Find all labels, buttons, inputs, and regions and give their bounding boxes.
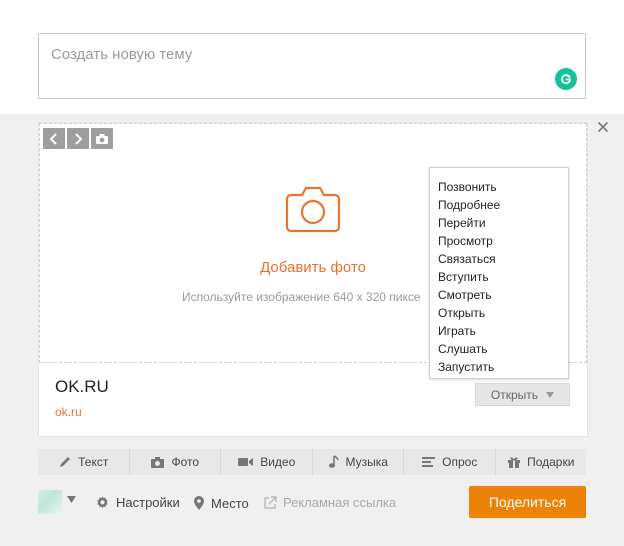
tab-label: Музыка <box>345 455 388 469</box>
chevron-left-icon <box>49 132 57 145</box>
poll-icon <box>422 457 436 467</box>
menu-item[interactable]: Запустить <box>430 358 568 376</box>
menu-item[interactable]: Открыть <box>430 304 568 322</box>
map-pin-icon <box>194 496 204 510</box>
tab-label: Текст <box>78 455 109 469</box>
tab-label: Видео <box>260 455 296 469</box>
grammarly-icon[interactable] <box>555 68 577 90</box>
tab-gifts[interactable]: Подарки <box>496 449 587 475</box>
composer-footer: Настройки Место Рекламная ссылка Поделит… <box>38 485 586 519</box>
menu-item[interactable]: Перейти <box>430 214 568 232</box>
tab-music[interactable]: Музыка <box>313 449 404 475</box>
prev-button[interactable] <box>43 128 65 149</box>
tab-photo[interactable]: Фото <box>130 449 221 475</box>
media-toolbar <box>43 128 113 149</box>
place-button[interactable]: Место <box>193 495 249 511</box>
topic-placeholder: Создать новую тему <box>51 46 193 63</box>
menu-item[interactable]: Играть <box>430 322 568 340</box>
camera-icon <box>96 133 108 144</box>
camera-icon[interactable] <box>283 183 343 235</box>
chevron-right-icon <box>75 132 83 145</box>
cta-select-value: Открыть <box>490 387 539 402</box>
image-size-hint: Используйте изображение 640 x 320 пиксе <box>182 290 421 304</box>
tab-label: Опрос <box>442 455 478 469</box>
video-icon <box>238 458 254 466</box>
link-url[interactable]: ok.ru <box>55 405 82 419</box>
link-title[interactable]: OK.RU <box>55 377 109 397</box>
tab-text[interactable]: Текст <box>38 449 130 475</box>
cta-dropdown-menu: Позвонить Подробнее Перейти Просмотр Свя… <box>429 167 569 379</box>
tab-label: Подарки <box>527 455 575 469</box>
topic-panel: Создать новую тему <box>0 0 624 114</box>
menu-item[interactable]: Вступить <box>430 268 568 286</box>
caret-down-icon <box>546 391 555 398</box>
tab-video[interactable]: Видео <box>221 449 313 475</box>
close-icon[interactable] <box>596 120 610 134</box>
camera-icon <box>151 456 165 468</box>
ad-link-button[interactable]: Рекламная ссылка <box>263 495 396 510</box>
menu-item[interactable]: Смотреть <box>430 286 568 304</box>
share-button[interactable]: Поделиться <box>469 486 586 518</box>
menu-item[interactable]: Позвонить <box>430 178 568 196</box>
settings-label: Настройки <box>116 495 180 510</box>
cta-select[interactable]: Открыть <box>475 383 570 406</box>
ad-link-label: Рекламная ссылка <box>283 495 397 510</box>
next-button[interactable] <box>67 128 89 149</box>
menu-item[interactable]: Просмотр <box>430 232 568 250</box>
menu-item[interactable]: Связаться <box>430 250 568 268</box>
tab-label: Фото <box>171 455 200 469</box>
topic-input[interactable]: Создать новую тему <box>38 33 586 99</box>
place-label: Место <box>211 495 249 511</box>
caret-down-icon[interactable] <box>67 496 76 503</box>
settings-button[interactable]: Настройки <box>95 495 180 510</box>
content-type-tabs: Текст Фото Видео Музыка Опрос Подарки <box>38 449 586 475</box>
menu-item[interactable]: Слушать <box>430 340 568 358</box>
pencil-icon <box>60 457 71 467</box>
gear-icon <box>97 496 108 509</box>
camera-button[interactable] <box>91 128 113 149</box>
music-note-icon <box>328 455 339 468</box>
avatar[interactable] <box>38 490 62 514</box>
post-composer: Создать новую тему Добавить фото Использ… <box>0 0 624 546</box>
gift-icon <box>508 457 521 468</box>
external-link-icon <box>264 495 277 509</box>
menu-item[interactable]: Подробнее <box>430 196 568 214</box>
tab-poll[interactable]: Опрос <box>404 449 496 475</box>
